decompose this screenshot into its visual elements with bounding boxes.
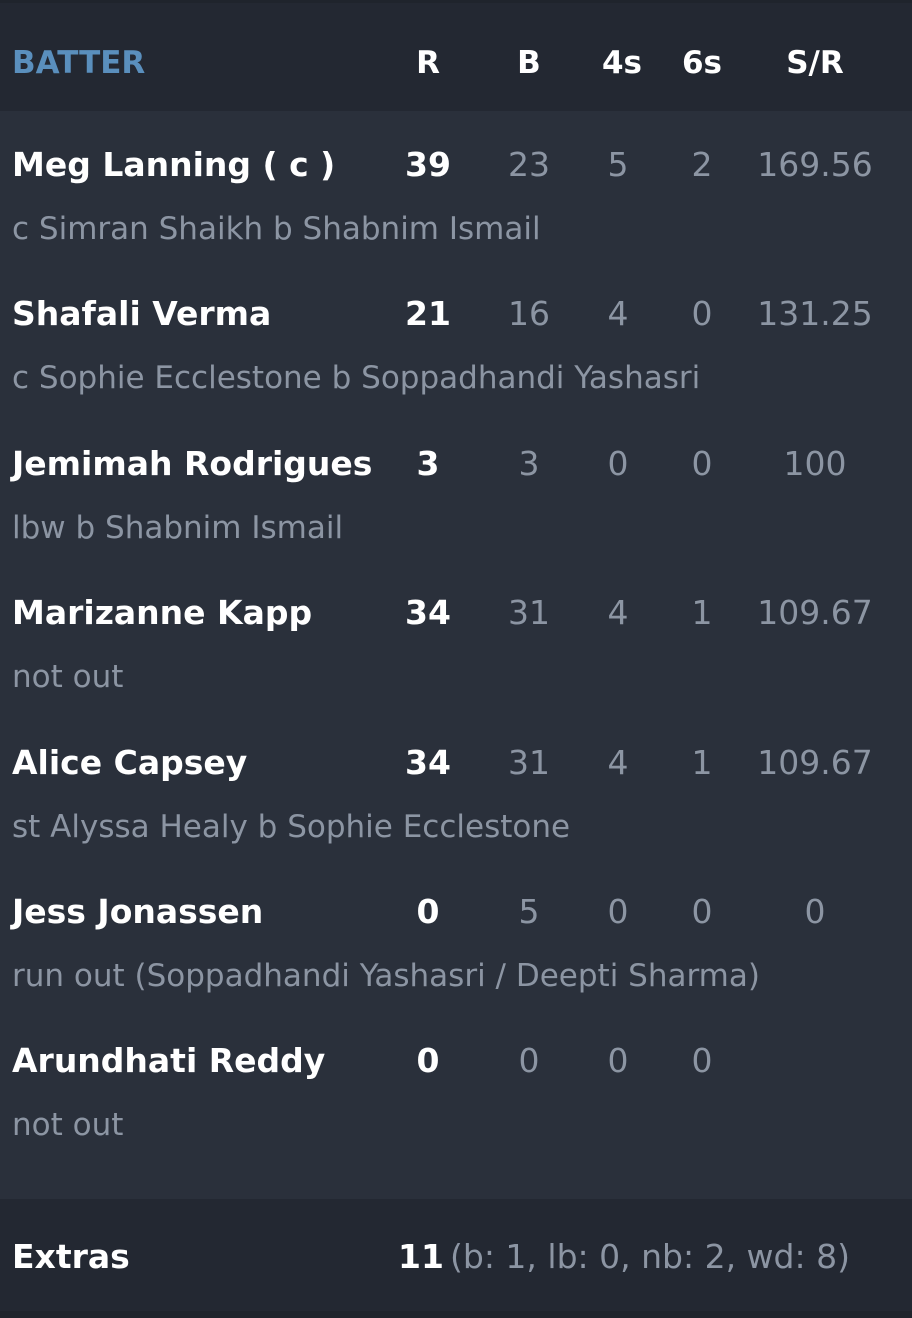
batter-strike-rate: 169.56 (757, 145, 873, 184)
batter-strike-rate: 100 (783, 444, 847, 483)
batter-name[interactable]: Arundhati Reddy (12, 1039, 325, 1083)
batter-dismissal: not out (12, 1107, 124, 1143)
batter-dismissal: c Sophie Ecclestone b Soppadhandi Yashas… (12, 360, 701, 396)
batter-dismissal: run out (Soppadhandi Yashasri / Deepti S… (12, 958, 760, 994)
batter-strike-rate: 0 (804, 892, 826, 931)
scorecard-header: BATTER R B 4s 6s S/R (0, 3, 912, 111)
batting-list: Meg Lanning ( c ) 39 23 5 2 169.56 c Sim… (0, 111, 912, 1199)
extras-total: 11 (398, 1237, 444, 1276)
batter-name[interactable]: Jemimah Rodrigues (12, 442, 372, 486)
bottom-divider (0, 1311, 912, 1318)
batter-name[interactable]: Marizanne Kapp (12, 591, 312, 635)
batter-name[interactable]: Meg Lanning ( c ) (12, 143, 335, 187)
batter-row[interactable]: Jemimah Rodrigues 3 3 0 0 100 lbw b Shab… (0, 410, 912, 560)
batter-dismissal: not out (12, 659, 124, 695)
batter-dismissal: st Alyssa Healy b Sophie Ecclestone (12, 809, 571, 845)
batter-name[interactable]: Alice Capsey (12, 741, 247, 785)
batter-row[interactable]: Jess Jonassen 0 5 0 0 0 run out (Soppadh… (0, 858, 912, 1008)
batter-sixes: 0 (691, 1041, 713, 1080)
column-header-sixes[interactable]: 6s (657, 43, 747, 83)
extras-label: Extras (12, 1237, 130, 1276)
extras-row: Extras 11 (b: 1, lb: 0, nb: 2, wd: 8) (0, 1199, 912, 1311)
batter-dismissal: lbw b Shabnim Ismail (12, 510, 344, 546)
batter-row[interactable]: Shafali Verma 21 16 4 0 131.25 c Sophie … (0, 260, 912, 410)
column-header-fours[interactable]: 4s (577, 43, 667, 83)
batter-strike-rate: 109.67 (757, 593, 873, 632)
extras-breakdown: (b: 1, lb: 0, nb: 2, wd: 8) (450, 1237, 850, 1276)
batter-row[interactable]: Marizanne Kapp 34 31 4 1 109.67 not out (0, 559, 912, 709)
column-header-runs[interactable]: R (383, 43, 473, 83)
batter-name[interactable]: Jess Jonassen (12, 890, 263, 934)
column-header-strike-rate[interactable]: S/R (770, 43, 860, 83)
batter-strike-rate: 131.25 (757, 294, 873, 333)
batter-strike-rate: 109.67 (757, 743, 873, 782)
batter-row[interactable]: Meg Lanning ( c ) 39 23 5 2 169.56 c Sim… (0, 111, 912, 261)
column-header-balls[interactable]: B (484, 43, 574, 83)
column-header-batter[interactable]: BATTER (12, 43, 212, 83)
batter-row[interactable]: Arundhati Reddy 0 0 0 0 not out (0, 1007, 912, 1157)
batter-name[interactable]: Shafali Verma (12, 292, 271, 336)
batter-dismissal: c Simran Shaikh b Shabnim Ismail (12, 211, 541, 247)
batter-row[interactable]: Alice Capsey 34 31 4 1 109.67 st Alyssa … (0, 709, 912, 859)
